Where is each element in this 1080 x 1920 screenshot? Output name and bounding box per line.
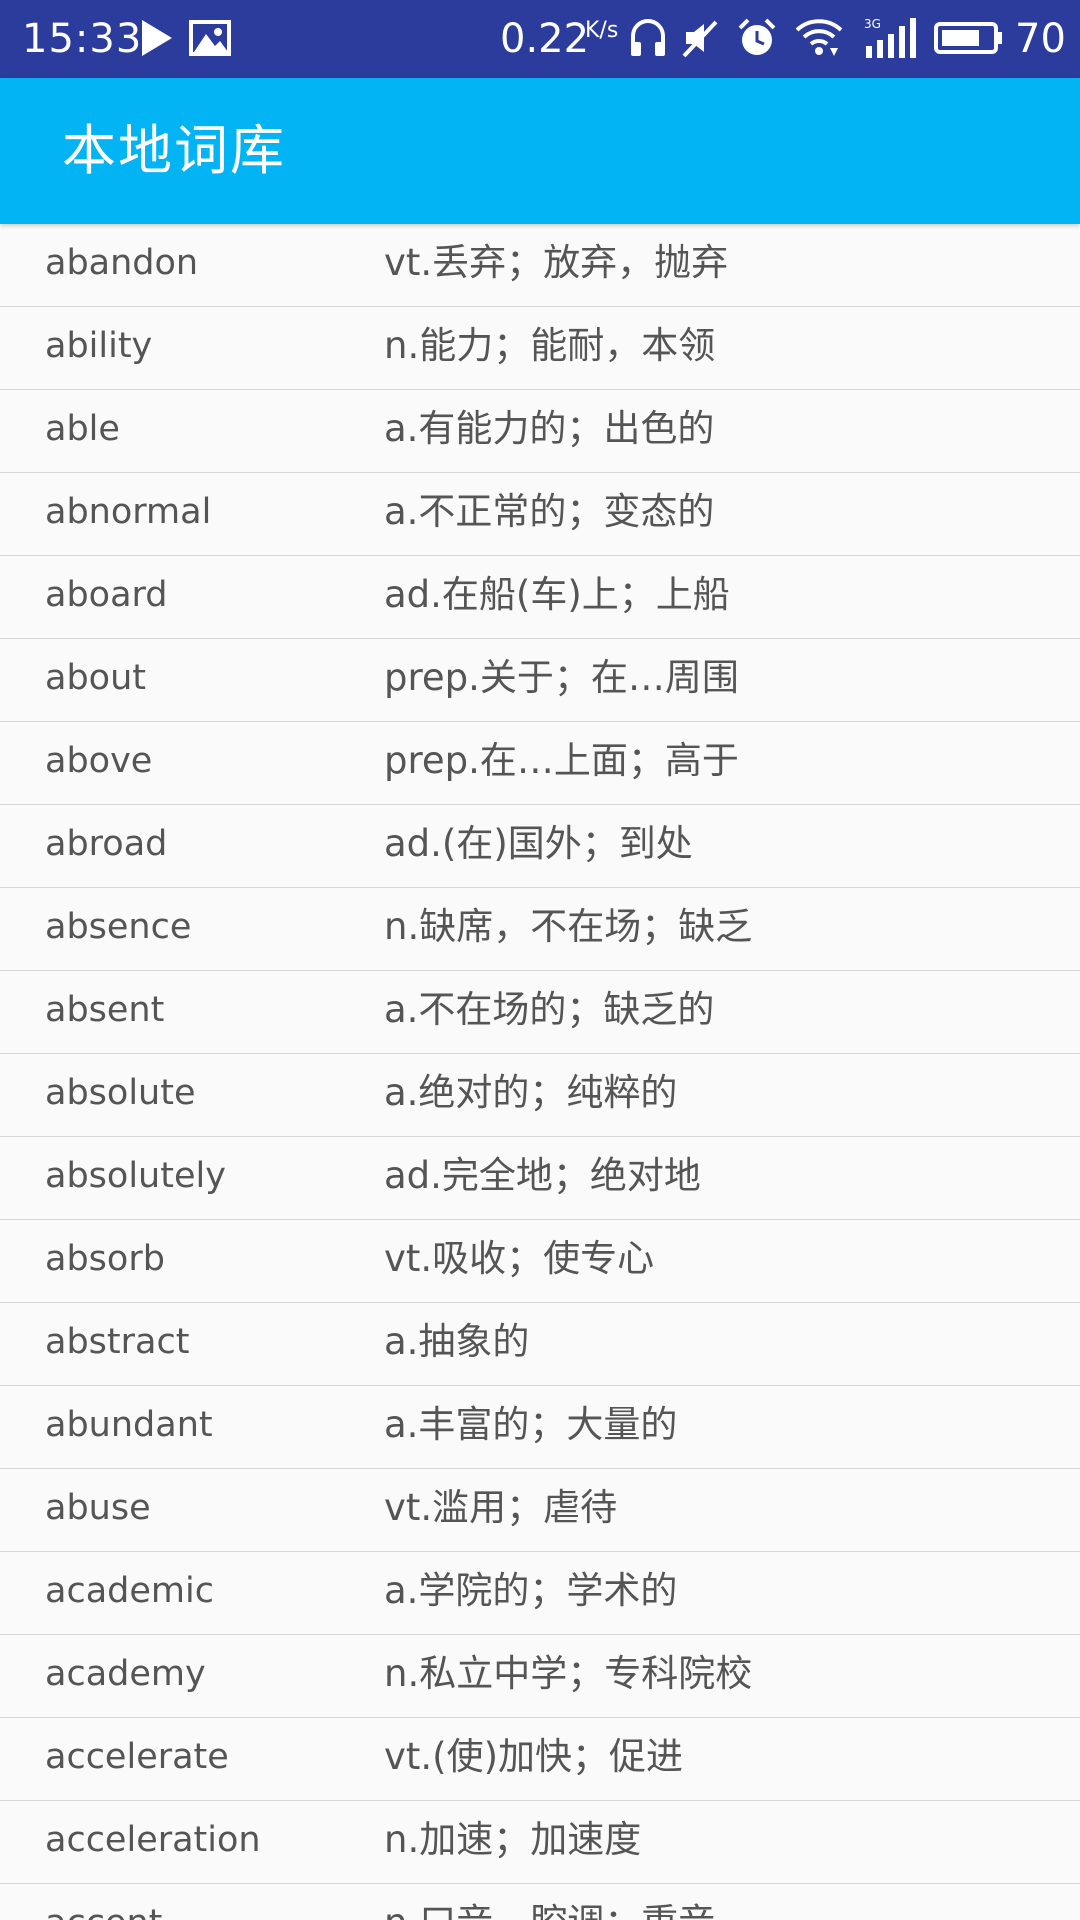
word-text: academic [45, 1571, 214, 1611]
word-meaning: a.不正常的；变态的 [384, 490, 715, 533]
status-time: 15:33 [22, 16, 143, 62]
word-meaning: n.缺席，不在场；缺乏 [384, 905, 753, 948]
play-icon [142, 20, 172, 56]
list-item[interactable]: aboard ad.在船(车)上；上船 [0, 556, 1080, 639]
list-item[interactable]: abnormal a.不正常的；变态的 [0, 473, 1080, 556]
word-meaning: vt.吸收；使专心 [384, 1237, 655, 1280]
word-meaning: a.抽象的 [384, 1320, 530, 1363]
word-text: ability [45, 326, 153, 366]
list-item[interactable]: above prep.在…上面；高于 [0, 722, 1080, 805]
word-text: abroad [45, 824, 168, 864]
alarm-icon [738, 18, 776, 55]
word-text: aboard [45, 575, 168, 615]
word-text: absolutely [45, 1156, 226, 1196]
headset-icon [631, 19, 665, 56]
list-item[interactable]: absorb vt.吸收；使专心 [0, 1220, 1080, 1303]
list-item[interactable]: abroad ad.(在)国外；到处 [0, 805, 1080, 888]
word-meaning: vt.(使)加快；促进 [384, 1735, 684, 1778]
battery-icon [934, 22, 1002, 54]
word-meaning: a.丰富的；大量的 [384, 1403, 678, 1446]
app-bar: 本地词库 [0, 78, 1080, 224]
mute-icon [682, 20, 718, 58]
word-meaning: a.学院的；学术的 [384, 1569, 678, 1612]
word-text: acceleration [45, 1820, 261, 1860]
word-text: abundant [45, 1405, 213, 1445]
word-meaning: prep.在…上面；高于 [384, 739, 739, 782]
word-meaning: prep.关于；在…周围 [384, 656, 739, 699]
word-text: abandon [45, 243, 199, 283]
list-item[interactable]: absent a.不在场的；缺乏的 [0, 971, 1080, 1054]
word-list[interactable]: abandon vt.丢弃；放弃，抛弃 ability n.能力；能耐，本领 able a… [0, 224, 1080, 1920]
word-meaning: ad.完全地；绝对地 [384, 1154, 701, 1197]
status-bar: 15:33 0.22 K/s 3G 70 [0, 0, 1080, 78]
word-text: abuse [45, 1488, 151, 1528]
list-item[interactable]: absolutely ad.完全地；绝对地 [0, 1137, 1080, 1220]
network-speed: 0.22 [500, 16, 590, 62]
word-meaning: n.私立中学；专科院校 [384, 1652, 753, 1695]
list-item[interactable]: accent n.口音，腔调；重音 [0, 1884, 1080, 1920]
word-text: about [45, 658, 146, 698]
word-text: accent [45, 1898, 162, 1920]
word-text: academy [45, 1654, 206, 1694]
word-text: accelerate [45, 1737, 229, 1777]
word-meaning: n.口音，腔调；重音 [384, 1898, 715, 1920]
word-text: abnormal [45, 492, 212, 532]
battery-level: 70 [1015, 16, 1066, 62]
list-item[interactable]: absolute a.绝对的；纯粹的 [0, 1054, 1080, 1137]
list-item[interactable]: abundant a.丰富的；大量的 [0, 1386, 1080, 1469]
word-text: abstract [45, 1322, 190, 1362]
list-item[interactable]: academic a.学院的；学术的 [0, 1552, 1080, 1635]
image-icon [189, 20, 231, 56]
word-meaning: n.能力；能耐，本领 [384, 324, 716, 367]
word-meaning: a.绝对的；纯粹的 [384, 1071, 678, 1114]
list-item[interactable]: about prep.关于；在…周围 [0, 639, 1080, 722]
list-item[interactable]: absence n.缺席，不在场；缺乏 [0, 888, 1080, 971]
word-text: absent [45, 990, 165, 1030]
screen: 15:33 0.22 K/s 3G 70 本地词库 abandon vt.丢弃；… [0, 0, 1080, 1920]
list-item[interactable]: acceleration n.加速；加速度 [0, 1801, 1080, 1884]
list-item[interactable]: abstract a.抽象的 [0, 1303, 1080, 1386]
list-item[interactable]: abandon vt.丢弃；放弃，抛弃 [0, 224, 1080, 307]
list-item[interactable]: able a.有能力的；出色的 [0, 390, 1080, 473]
signal-3g-icon: 3G [864, 17, 916, 58]
word-text: above [45, 741, 153, 781]
word-meaning: ad.在船(车)上；上船 [384, 573, 730, 616]
word-meaning: vt.滥用；虐待 [384, 1486, 618, 1529]
svg-text:3G: 3G [864, 17, 881, 31]
word-meaning: ad.(在)国外；到处 [384, 822, 693, 865]
app-title: 本地词库 [62, 119, 286, 182]
word-meaning: a.不在场的；缺乏的 [384, 988, 715, 1031]
list-item[interactable]: abuse vt.滥用；虐待 [0, 1469, 1080, 1552]
list-item[interactable]: accelerate vt.(使)加快；促进 [0, 1718, 1080, 1801]
word-text: absolute [45, 1073, 196, 1113]
list-item[interactable]: academy n.私立中学；专科院校 [0, 1635, 1080, 1718]
network-speed-unit: K/s [585, 18, 619, 43]
word-meaning: a.有能力的；出色的 [384, 407, 715, 450]
wifi-icon [795, 19, 843, 56]
word-text: able [45, 409, 120, 449]
word-text: absorb [45, 1239, 165, 1279]
word-meaning: n.加速；加速度 [384, 1818, 642, 1861]
word-text: absence [45, 907, 192, 947]
word-meaning: vt.丢弃；放弃，抛弃 [384, 241, 729, 284]
list-item[interactable]: ability n.能力；能耐，本领 [0, 307, 1080, 390]
